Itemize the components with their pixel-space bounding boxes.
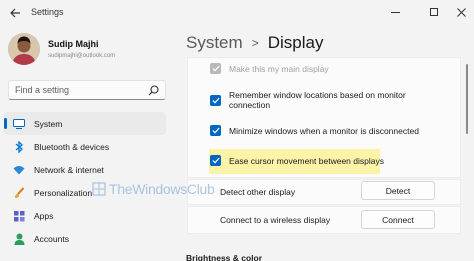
- title-bar: Settings: [0, 0, 474, 26]
- checkmark-icon: [211, 65, 220, 72]
- option-main-display[interactable]: Make this my main display: [210, 63, 329, 74]
- sidebar-item-apps[interactable]: Apps: [4, 204, 166, 227]
- brush-icon: [13, 187, 25, 199]
- user-name: Sudip Majhi: [48, 39, 99, 49]
- detect-button[interactable]: Detect: [361, 181, 435, 200]
- checkbox-ease-cursor[interactable]: [210, 155, 221, 166]
- apps-icon: [13, 210, 25, 222]
- option-label: Ease cursor movement between displays: [229, 155, 384, 166]
- scrollbar[interactable]: [466, 64, 468, 134]
- maximize-icon: [430, 8, 438, 16]
- search-box[interactable]: [8, 80, 166, 100]
- wifi-icon: [13, 164, 25, 176]
- watermark-logo-icon: [92, 182, 106, 196]
- detect-label: Detect other display: [220, 187, 296, 197]
- system-icon: [13, 118, 25, 130]
- option-remember-locations[interactable]: Remember window locations based on monit…: [210, 90, 429, 110]
- close-icon: [456, 7, 466, 17]
- checkbox-remember-locations[interactable]: [210, 95, 221, 106]
- accounts-icon: [13, 233, 25, 245]
- sidebar-item-label: Apps: [34, 210, 54, 221]
- checkmark-icon: [211, 127, 220, 134]
- option-minimize-windows[interactable]: Minimize windows when a monitor is disco…: [210, 125, 419, 136]
- watermark: TheWindowsClub: [92, 181, 215, 197]
- avatar[interactable]: [8, 33, 40, 65]
- checkmark-icon: [211, 157, 220, 164]
- connect-button[interactable]: Connect: [361, 210, 435, 229]
- bluetooth-icon: [13, 141, 25, 153]
- option-label: Remember window locations based on monit…: [229, 90, 406, 110]
- app-title: Settings: [31, 7, 64, 17]
- connect-label: Connect to a wireless display: [220, 215, 331, 225]
- sidebar-item-label: Bluetooth & devices: [34, 141, 110, 152]
- breadcrumb: System > Display: [186, 33, 323, 53]
- back-arrow-icon: [9, 8, 20, 18]
- sidebar-item-network[interactable]: Network & internet: [4, 158, 166, 181]
- sidebar-item-label: Network & internet: [34, 164, 104, 175]
- sidebar-item-bluetooth[interactable]: Bluetooth & devices: [4, 135, 166, 158]
- section-title: Brightness & color: [186, 253, 263, 261]
- minimize-icon: [390, 11, 400, 13]
- option-label: Make this my main display: [229, 63, 329, 74]
- sidebar-item-system[interactable]: System: [4, 112, 166, 135]
- option-label: Minimize windows when a monitor is disco…: [229, 125, 419, 136]
- breadcrumb-separator: >: [251, 36, 259, 50]
- search-input[interactable]: [15, 85, 145, 95]
- user-email: sudipmajhi@outlook.com: [48, 53, 116, 59]
- checkmark-icon: [211, 97, 220, 104]
- option-ease-cursor[interactable]: Ease cursor movement between displays: [210, 155, 384, 166]
- breadcrumb-parent[interactable]: System: [186, 33, 243, 53]
- user-photo: [8, 33, 40, 65]
- watermark-text: TheWindowsClub: [109, 181, 215, 197]
- maximize-button[interactable]: [423, 3, 445, 21]
- search-icon[interactable]: [148, 85, 159, 96]
- sidebar-item-label: Accounts: [34, 233, 69, 244]
- checkbox-minimize-windows[interactable]: [210, 125, 221, 136]
- page-title: Display: [267, 33, 324, 52]
- checkbox-main-display[interactable]: [210, 63, 221, 74]
- sidebar-item-label: Personalization: [34, 187, 93, 198]
- close-button[interactable]: [450, 3, 472, 21]
- minimize-button[interactable]: [384, 3, 406, 21]
- sidebar-item-accounts[interactable]: Accounts: [4, 227, 166, 250]
- sidebar-item-label: System: [34, 118, 63, 129]
- back-button[interactable]: [6, 4, 24, 22]
